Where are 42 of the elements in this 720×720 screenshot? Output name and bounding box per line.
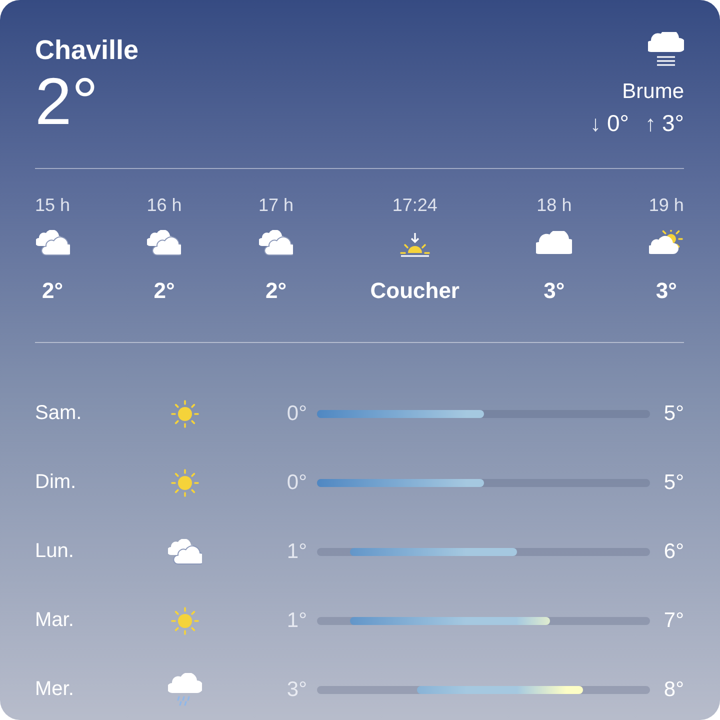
- low-temperature: 0°: [286, 402, 308, 426]
- day-label: Mer.: [35, 678, 75, 701]
- hour-label: 16 h: [146, 194, 182, 217]
- cloud-icon: [536, 231, 572, 255]
- clouds-icon: [168, 538, 202, 564]
- up-arrow-icon: ↑: [645, 111, 656, 137]
- hour-temperature: 3°: [544, 278, 565, 304]
- city-name: Chaville: [35, 34, 139, 67]
- condition-label: Brume: [622, 79, 684, 105]
- day-label: Mar.: [35, 609, 75, 632]
- low-temperature: 0°: [607, 110, 629, 137]
- hour-temperature: 2°: [42, 278, 64, 304]
- clouds-icon: [147, 230, 182, 256]
- current-temperature: 2°: [35, 70, 98, 132]
- hour-temperature: Coucher: [370, 278, 460, 304]
- low-temperature: 3°: [286, 678, 308, 702]
- cloud-fog-icon: [648, 32, 684, 66]
- high-temperature: 8°: [662, 678, 684, 702]
- cloud-sun-icon: [649, 230, 684, 256]
- high-temperature: 5°: [662, 402, 684, 426]
- down-arrow-icon: ↓: [590, 111, 601, 137]
- hour-label: 17:24: [392, 194, 438, 217]
- low-temperature: 1°: [286, 608, 308, 632]
- hour-label: 15 h: [35, 194, 70, 217]
- clouds-icon: [36, 230, 70, 256]
- high-temperature: 7°: [662, 608, 684, 632]
- high-temperature: 3°: [662, 110, 684, 137]
- day-label: Dim.: [35, 471, 78, 494]
- low-temperature: 1°: [286, 540, 308, 564]
- high-temperature: 5°: [662, 470, 684, 494]
- hour-temperature: 2°: [266, 278, 287, 304]
- day-label: Sam.: [35, 402, 83, 425]
- high-temperature: 6°: [662, 540, 684, 564]
- low-temperature: 0°: [286, 470, 308, 494]
- hour-temperature: 3°: [656, 278, 677, 304]
- hour-label: 18 h: [536, 194, 572, 217]
- hour-label: 17 h: [258, 194, 294, 217]
- hour-label: 19 h: [648, 194, 684, 217]
- clouds-icon: [259, 230, 294, 256]
- hour-temperature: 2°: [154, 278, 175, 304]
- cloud-rain-icon: [168, 672, 202, 706]
- day-label: Lun.: [35, 540, 75, 563]
